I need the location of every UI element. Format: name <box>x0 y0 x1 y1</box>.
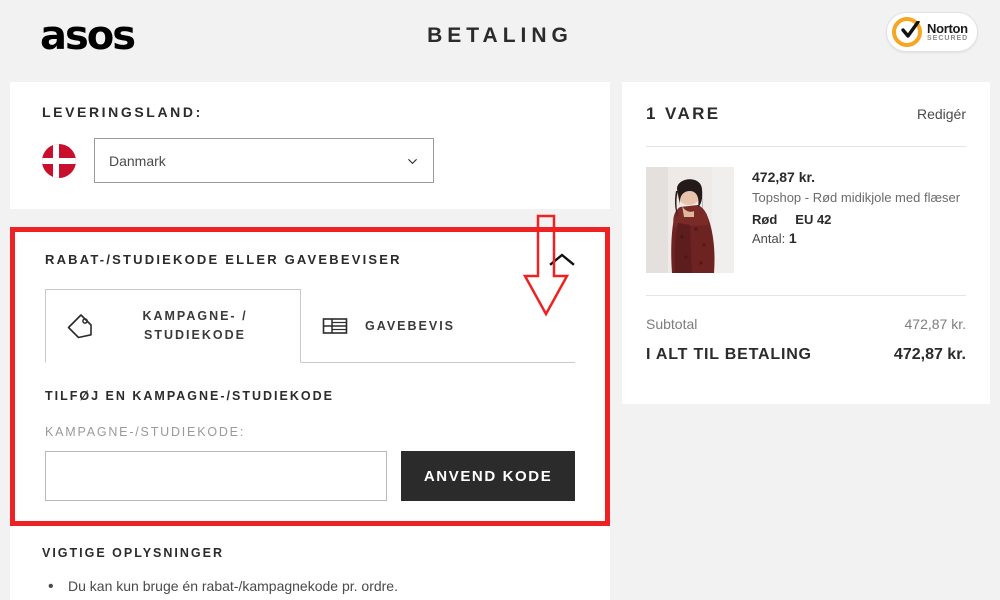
norton-secured-badge: Norton SECURED <box>886 12 978 52</box>
order-summary-header: 1 VARE Redigér <box>646 104 966 124</box>
promo-code-field-label: KAMPAGNE-/STUDIEKODE: <box>45 425 246 439</box>
product-thumbnail[interactable] <box>646 167 734 273</box>
divider <box>646 146 966 147</box>
order-product-row: 472,87 kr. Topshop - Rød midikjole med f… <box>646 167 966 273</box>
list-item: Du kan kun bruge én rabat-/kampagnekode … <box>42 575 578 599</box>
product-quantity-label: Antal: <box>752 230 786 246</box>
norton-check-icon <box>892 17 922 47</box>
product-image <box>646 167 734 273</box>
gift-card-icon <box>322 318 348 334</box>
divider <box>646 295 966 296</box>
norton-secured-label: SECURED <box>927 35 969 43</box>
tab-kampagne-studiekode-label: KAMPAGNE- / STUDIEKODE <box>142 309 248 342</box>
promo-header-title: RABAT-/STUDIEKODE ELLER GAVEBEVISER <box>45 252 402 267</box>
promo-tab-panel: TILFØJ EN KAMPAGNE-/STUDIEKODE KAMPAGNE-… <box>45 363 575 501</box>
order-summary-title: 1 VARE <box>646 104 721 123</box>
important-information-title: VIGTIGE OPLYSNINGER <box>42 546 225 560</box>
product-quantity: Antal: 1 <box>752 230 960 246</box>
chevron-up-icon[interactable] <box>549 252 575 267</box>
product-details: 472,87 kr. Topshop - Rød midikjole med f… <box>752 167 960 273</box>
delivery-country-label: LEVERINGSLAND: <box>42 104 203 120</box>
promo-code-section: RABAT-/STUDIEKODE ELLER GAVEBEVISER KAMP… <box>15 232 605 521</box>
grand-total-value: 472,87 kr. <box>893 346 966 363</box>
product-colour: Rød <box>752 211 778 227</box>
apply-code-button[interactable]: ANVEND KODE <box>401 451 575 501</box>
promo-code-section-highlight: RABAT-/STUDIEKODE ELLER GAVEBEVISER KAMP… <box>10 227 610 526</box>
promo-subtitle: TILFØJ EN KAMPAGNE-/STUDIEKODE <box>45 389 334 403</box>
product-price: 472,87 kr. <box>752 169 816 185</box>
denmark-flag-icon <box>42 143 76 178</box>
country-select-value: Danmark <box>109 152 166 169</box>
product-name: Topshop - Rød midikjole med flæser <box>752 190 961 205</box>
chevron-down-icon <box>408 158 417 164</box>
page-header: asos BETALING Norton SECURED <box>0 0 1000 72</box>
order-summary-panel: 1 VARE Redigér 472,87 kr. Topshop - Rød … <box>622 82 990 404</box>
norton-brand-label: Norton <box>927 20 968 36</box>
promo-header[interactable]: RABAT-/STUDIEKODE ELLER GAVEBEVISER <box>45 252 575 267</box>
page-title: BETALING <box>427 24 573 47</box>
grand-total-row: I ALT TIL BETALING 472,87 kr. <box>646 346 966 364</box>
promo-tabs: KAMPAGNE- / STUDIEKODE GAVEBEVIS <box>45 289 575 363</box>
promo-code-field-row: ANVEND KODE <box>45 451 575 501</box>
product-quantity-value: 1 <box>788 229 797 246</box>
tab-kampagne-studiekode[interactable]: KAMPAGNE- / STUDIEKODE <box>45 289 301 363</box>
price-tag-icon <box>67 314 92 339</box>
promo-code-input[interactable] <box>45 451 388 501</box>
subtotal-label: Subtotal <box>646 316 698 332</box>
product-attributes: Rød EU 42 <box>752 212 960 227</box>
subtotal-row: Subtotal 472,87 kr. <box>646 316 966 332</box>
country-select[interactable]: Danmark <box>94 138 434 183</box>
delivery-country-card: LEVERINGSLAND: Danmark <box>10 82 610 209</box>
check-mark-icon <box>901 21 920 38</box>
page-body: LEVERINGSLAND: Danmark RABAT-/STUDIEKODE… <box>0 72 1000 600</box>
grand-total-label: I ALT TIL BETALING <box>646 346 812 363</box>
important-information-card: VIGTIGE OPLYSNINGER Du kan kun bruge én … <box>10 526 610 600</box>
country-selector-row: Danmark <box>42 138 578 183</box>
tab-gavebevis-label: GAVEBEVIS <box>365 318 456 333</box>
important-information-list: Du kan kun bruge én rabat-/kampagnekode … <box>42 575 578 599</box>
edit-basket-link[interactable]: Redigér <box>917 106 966 122</box>
left-column: LEVERINGSLAND: Danmark RABAT-/STUDIEKODE… <box>10 82 610 600</box>
product-size: EU 42 <box>795 211 832 227</box>
tab-gavebevis[interactable]: GAVEBEVIS <box>301 289 475 363</box>
subtotal-value: 472,87 kr. <box>904 316 967 332</box>
